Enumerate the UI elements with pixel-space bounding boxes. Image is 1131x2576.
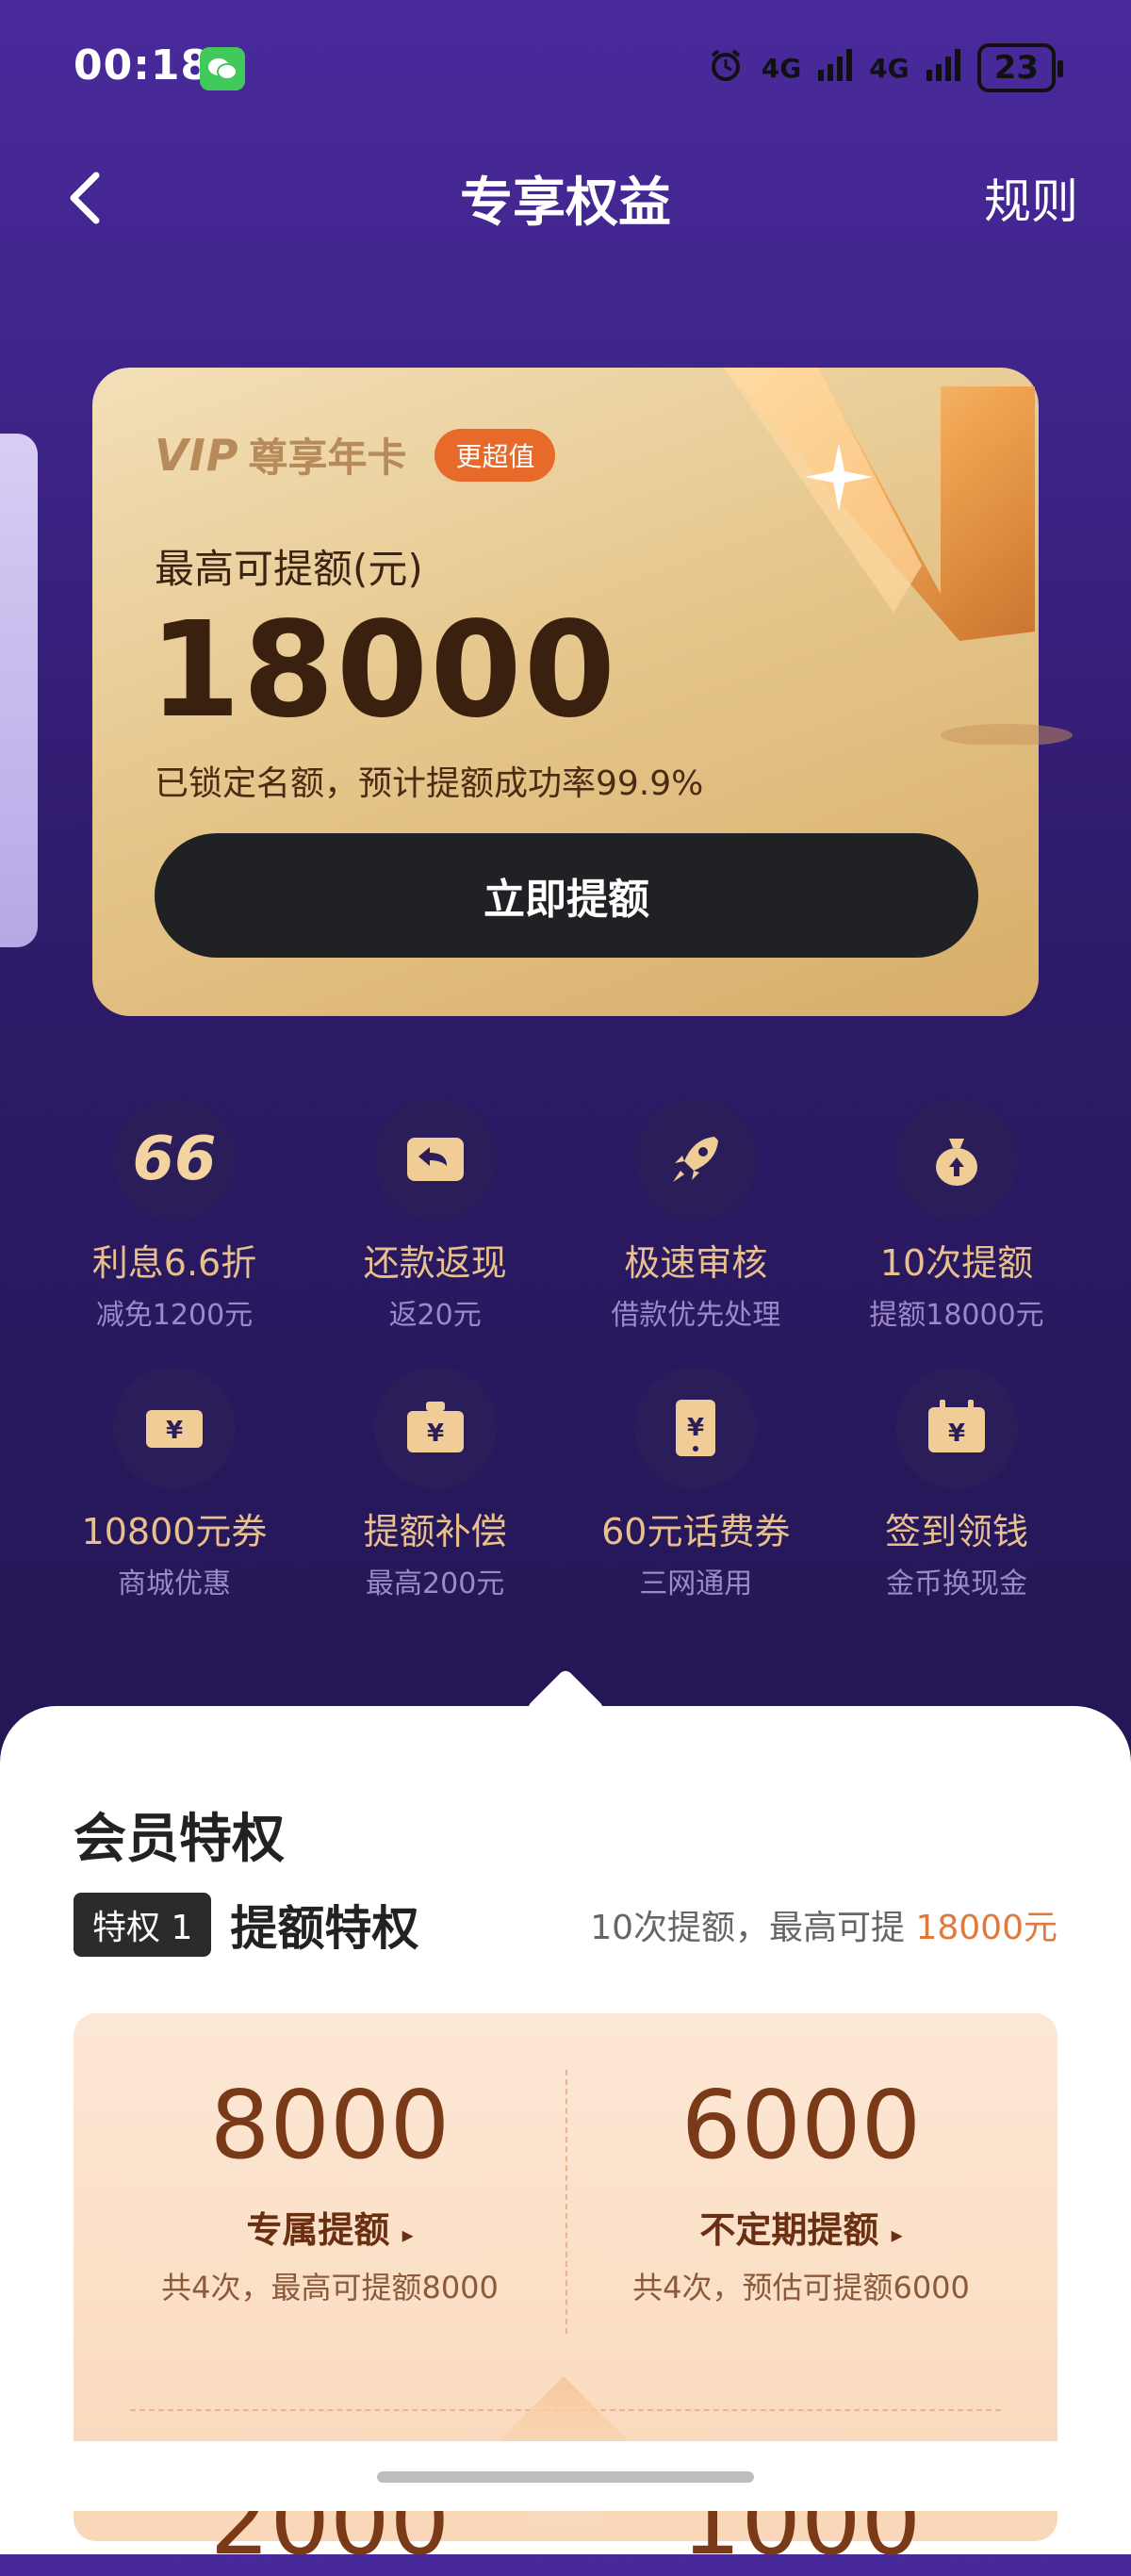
benefit-subtitle: 三网通用 xyxy=(639,1567,753,1600)
privilege-name: 提额特权 xyxy=(230,1901,419,1956)
svg-text:¥: ¥ xyxy=(948,1419,965,1448)
exclusive-raise-item[interactable]: 8000 专属提额 ▸ 共4次，最高可提额8000 xyxy=(104,2070,556,2307)
privilege-desc: 10次提额，最高可提 18000元 xyxy=(590,1900,1057,1949)
page-title: 专享权益 xyxy=(460,172,671,234)
discount-66-icon: 66 xyxy=(113,1098,236,1221)
panel-title: 会员特权 xyxy=(74,1809,285,1870)
item-sub: 共4次，最高可提额8000 xyxy=(161,2270,499,2305)
svg-text:¥: ¥ xyxy=(427,1419,444,1448)
caret-right-icon: ▸ xyxy=(891,2222,903,2248)
success-rate-text: 已锁定名额，预计提额成功率99.9% xyxy=(155,764,704,803)
benefit-title: 60元话费券 xyxy=(601,1511,791,1552)
rules-link[interactable]: 规则 xyxy=(984,164,1078,232)
benefit-title: 还款返现 xyxy=(363,1242,507,1284)
home-indicator[interactable] xyxy=(377,2471,754,2483)
status-icons: 4G 4G 23 xyxy=(707,43,1064,92)
alarm-icon xyxy=(707,46,745,90)
previous-card-peek[interactable] xyxy=(0,434,38,947)
max-limit-amount: 18000 xyxy=(149,594,618,747)
benefit-item-cashback[interactable]: 还款返现 返20元 xyxy=(308,1098,563,1333)
benefit-subtitle: 提额18000元 xyxy=(869,1299,1044,1332)
compensation-icon: ¥ xyxy=(373,1367,497,1489)
phone-bill-icon: ¥ xyxy=(634,1367,758,1489)
divider-vertical xyxy=(566,2070,567,2334)
member-privileges-panel: 会员特权 特权 1 提额特权 10次提额，最高可提 18000元 8000 专属… xyxy=(0,1667,1131,2576)
money-bag-icon xyxy=(894,1098,1018,1221)
page-header: 专享权益 规则 xyxy=(0,141,1131,245)
benefit-title: 10次提额 xyxy=(879,1242,1034,1284)
rocket-icon xyxy=(634,1098,758,1221)
status-bar: 00:18 4G 4G 23 xyxy=(0,0,1131,141)
benefit-item-fast-review[interactable]: 极速审核 借款优先处理 xyxy=(568,1098,823,1333)
svg-text:¥: ¥ xyxy=(166,1417,183,1445)
benefit-title: 极速审核 xyxy=(624,1242,768,1284)
benefit-title: 10800元券 xyxy=(81,1511,268,1552)
benefit-item-sign-in[interactable]: ¥ 签到领钱 金币换现金 xyxy=(829,1367,1084,1601)
signal-1-icon xyxy=(818,48,853,88)
battery-indicator: 23 xyxy=(976,43,1064,92)
calendar-yen-icon: ¥ xyxy=(894,1367,1018,1489)
item-amount: 8000 xyxy=(209,2070,451,2180)
vip-card: VIP 尊享年卡 更超值 最高可提额(元) 18000 已锁定名额，预计提额成功… xyxy=(92,368,1073,1016)
item-sub: 共4次，预估可提额6000 xyxy=(632,2270,970,2305)
benefits-grid: 66 利息6.6折 减免1200元 还款返现 返20元 极速审核 借款优先处理 … xyxy=(0,1098,1131,1635)
privilege-highlight: 18000元 xyxy=(915,1909,1057,1947)
irregular-raise-item[interactable]: 6000 不定期提额 ▸ 共4次，预估可提额6000 xyxy=(575,2070,1027,2307)
benefit-subtitle: 商城优惠 xyxy=(118,1567,231,1600)
benefit-title: 提额补偿 xyxy=(363,1511,507,1552)
benefit-subtitle: 最高200元 xyxy=(366,1567,505,1600)
item-name: 专属提额 ▸ xyxy=(246,2209,414,2251)
benefit-item-compensation[interactable]: ¥ 提额补偿 最高200元 xyxy=(308,1367,563,1601)
caret-right-icon: ▸ xyxy=(402,2222,414,2248)
benefit-subtitle: 金币换现金 xyxy=(885,1567,1027,1600)
panel-notch xyxy=(525,1667,606,1748)
raise-limit-button[interactable]: 立即提额 xyxy=(155,833,978,958)
vip-card-name: 尊享年卡 xyxy=(248,435,407,481)
benefit-item-interest[interactable]: 66 利息6.6折 减免1200元 xyxy=(47,1098,302,1333)
signal-2-icon xyxy=(926,48,960,88)
wechat-icon xyxy=(200,47,245,90)
item-name: 不定期提额 ▸ xyxy=(699,2209,903,2251)
benefit-title: 利息6.6折 xyxy=(91,1242,257,1284)
vip-logo: VIP xyxy=(155,429,239,481)
item-amount: 6000 xyxy=(680,2070,922,2180)
svg-text:¥: ¥ xyxy=(687,1414,704,1442)
privilege-tag: 特权 1 xyxy=(74,1893,212,1957)
benefit-item-raise-times[interactable]: 10次提额 提额18000元 xyxy=(829,1098,1084,1333)
vip-v-logo-icon xyxy=(724,368,1073,745)
benefit-subtitle: 减免1200元 xyxy=(95,1299,254,1332)
privilege-desc-text: 10次提额，最高可提 xyxy=(590,1909,906,1947)
benefit-title: 签到领钱 xyxy=(884,1511,1028,1552)
coupon-icon: ¥ xyxy=(113,1367,236,1489)
benefit-item-coupon[interactable]: ¥ 10800元券 商城优惠 xyxy=(47,1367,302,1601)
signal-1-label: 4G xyxy=(761,52,802,84)
benefit-subtitle: 返20元 xyxy=(388,1299,482,1332)
benefit-item-phone-bill[interactable]: ¥ 60元话费券 三网通用 xyxy=(568,1367,823,1601)
max-limit-label: 最高可提额(元) xyxy=(155,546,423,592)
status-time: 00:18 xyxy=(74,41,211,90)
vip-title-row: VIP 尊享年卡 更超值 xyxy=(155,426,556,484)
privilege-header: 特权 1 提额特权 10次提额，最高可提 18000元 xyxy=(74,1891,1057,1959)
benefit-subtitle: 借款优先处理 xyxy=(611,1299,781,1332)
promo-badge: 更超值 xyxy=(434,428,556,482)
signal-2-label: 4G xyxy=(869,52,910,84)
cashback-icon xyxy=(373,1098,497,1221)
